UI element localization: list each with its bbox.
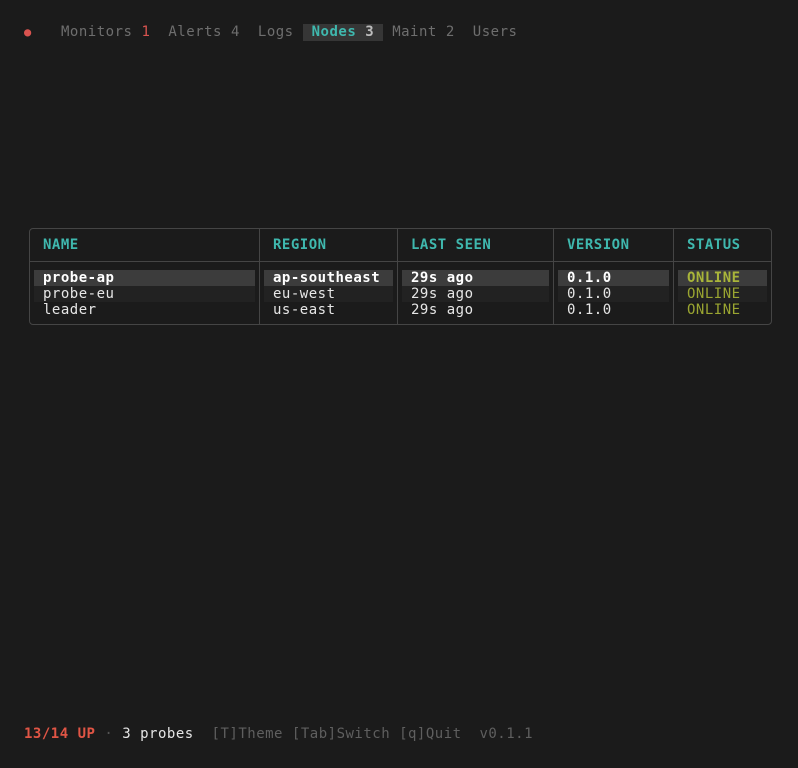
- tab-bar: ● Monitors 1 Alerts 4 Logs Nodes 3 Maint…: [24, 24, 526, 41]
- tab-count-badge: 1: [141, 24, 151, 40]
- column-version: VERSION 0.1.0 0.1.0 0.1.0: [553, 229, 673, 324]
- table-cell-region[interactable]: ap-southeast: [264, 270, 393, 286]
- table-cell-version[interactable]: 0.1.0: [558, 302, 669, 318]
- tab-nodes[interactable]: Nodes 3: [302, 24, 384, 41]
- separator: ·: [104, 726, 114, 742]
- tab-label: Nodes: [311, 24, 357, 40]
- column-last-seen: LAST SEEN 29s ago 29s ago 29s ago: [397, 229, 553, 324]
- tab-alerts[interactable]: Alerts 4: [159, 24, 249, 41]
- theme-shortcut[interactable]: [T]Theme: [212, 726, 283, 742]
- table-cell-name[interactable]: probe-eu: [34, 286, 255, 302]
- quit-shortcut[interactable]: [q]Quit: [399, 726, 462, 742]
- tab-label: Logs: [257, 24, 294, 40]
- table-cell-status[interactable]: ONLINE: [678, 302, 767, 318]
- column-header-version[interactable]: VERSION: [554, 229, 673, 262]
- tab-count-badge: 2: [445, 24, 455, 40]
- table-cell-last-seen[interactable]: 29s ago: [402, 270, 549, 286]
- nodes-table: NAME probe-ap probe-eu leader REGION ap-…: [29, 228, 772, 325]
- app-version: v0.1.1: [479, 726, 534, 742]
- tab-label: Alerts: [168, 24, 222, 40]
- table-cell-version[interactable]: 0.1.0: [558, 286, 669, 302]
- tab-logs[interactable]: Logs: [249, 24, 303, 41]
- tab-monitors[interactable]: Monitors 1: [52, 24, 159, 41]
- table-cell-version[interactable]: 0.1.0: [558, 270, 669, 286]
- tab-users[interactable]: Users: [464, 24, 527, 41]
- table-cell-name[interactable]: probe-ap: [34, 270, 255, 286]
- table-cell-name[interactable]: leader: [34, 302, 255, 318]
- table-cell-region[interactable]: us-east: [264, 302, 393, 318]
- column-header-name[interactable]: NAME: [30, 229, 259, 262]
- probe-count: 3 probes: [122, 726, 194, 742]
- column-name: NAME probe-ap probe-eu leader: [30, 229, 259, 324]
- table-cell-status[interactable]: ONLINE: [678, 270, 767, 286]
- tab-count-badge: 3: [365, 24, 375, 40]
- switch-shortcut[interactable]: [Tab]Switch: [292, 726, 390, 742]
- status-bar: 13/14 UP · 3 probes [T]Theme [Tab]Switch…: [24, 726, 533, 743]
- tab-maint[interactable]: Maint 2: [383, 24, 464, 41]
- table-cell-region[interactable]: eu-west: [264, 286, 393, 302]
- status-dot-icon: ●: [24, 25, 32, 39]
- table-cell-last-seen[interactable]: 29s ago: [402, 302, 549, 318]
- column-header-last-seen[interactable]: LAST SEEN: [398, 229, 553, 262]
- uptime-summary: 13/14 UP: [24, 726, 96, 742]
- tab-label: Monitors: [61, 24, 133, 40]
- tab-label: Users: [472, 24, 518, 40]
- tab-count-badge: 4: [230, 24, 240, 40]
- column-header-status[interactable]: STATUS: [674, 229, 771, 262]
- tab-label: Maint: [392, 24, 437, 40]
- column-header-region[interactable]: REGION: [260, 229, 397, 262]
- column-region: REGION ap-southeast eu-west us-east: [259, 229, 397, 324]
- table-cell-last-seen[interactable]: 29s ago: [402, 286, 549, 302]
- table-cell-status[interactable]: ONLINE: [678, 286, 767, 302]
- column-status: STATUS ONLINE ONLINE ONLINE: [673, 229, 771, 324]
